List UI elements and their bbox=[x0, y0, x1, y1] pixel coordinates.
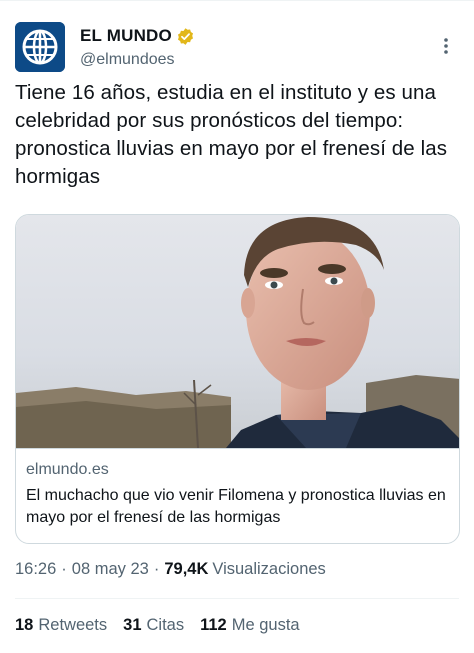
more-options-icon[interactable] bbox=[436, 34, 456, 58]
views-count[interactable]: 79,4K bbox=[164, 560, 208, 579]
engagement-stats: 18 Retweets 31 Citas 112 Me gusta bbox=[15, 616, 316, 635]
likes-stat[interactable]: 112 Me gusta bbox=[200, 616, 300, 635]
card-domain: elmundo.es bbox=[26, 461, 109, 478]
card-info[interactable]: elmundo.es El muchacho que vio venir Fil… bbox=[16, 448, 459, 543]
link-card[interactable]: elmundo.es El muchacho que vio venir Fil… bbox=[15, 214, 460, 544]
stats-divider bbox=[15, 598, 459, 599]
retweets-label: Retweets bbox=[38, 616, 108, 634]
author-name-block: EL MUNDO @elmundoes bbox=[80, 24, 195, 69]
quotes-stat[interactable]: 31 Citas bbox=[123, 616, 184, 635]
top-divider bbox=[0, 0, 474, 1]
card-title: El muchacho que vio venir Filomena y pro… bbox=[26, 487, 446, 526]
retweets-stat[interactable]: 18 Retweets bbox=[15, 616, 107, 635]
tweet-date[interactable]: 08 may 23 bbox=[72, 560, 149, 579]
quotes-label: Citas bbox=[146, 616, 185, 634]
el-mundo-logo-avatar[interactable] bbox=[15, 22, 65, 72]
views-label[interactable]: Visualizaciones bbox=[212, 560, 325, 579]
tweet-time[interactable]: 16:26 bbox=[15, 560, 56, 579]
article-photo[interactable] bbox=[16, 215, 459, 449]
tweet-meta: 16:26 · 08 may 23 · 79,4K Visualizacione… bbox=[15, 560, 326, 579]
retweets-count: 18 bbox=[15, 616, 34, 634]
tweet-text: Tiene 16 años, estudia en el instituto y… bbox=[15, 81, 448, 188]
likes-count: 112 bbox=[200, 616, 227, 634]
author-handle[interactable]: @elmundoes bbox=[80, 51, 195, 69]
quotes-count: 31 bbox=[123, 616, 142, 634]
meta-separator: · bbox=[61, 560, 67, 578]
meta-separator: · bbox=[153, 560, 160, 578]
likes-label: Me gusta bbox=[231, 616, 300, 634]
tweet-header: EL MUNDO @elmundoes bbox=[15, 20, 462, 76]
verified-badge-icon bbox=[176, 27, 195, 46]
author-display-name[interactable]: EL MUNDO bbox=[80, 26, 172, 46]
